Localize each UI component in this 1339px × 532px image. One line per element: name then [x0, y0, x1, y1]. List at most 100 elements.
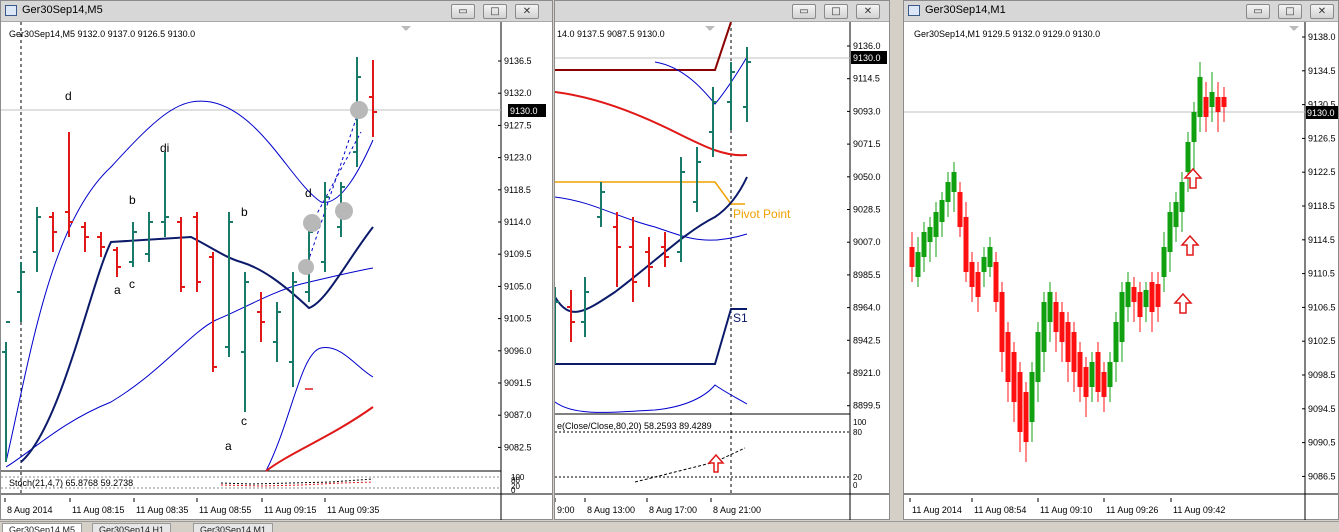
chart-area[interactable]: d di b b d a c a c 9136.5 9132.0 9127.5 912… [1, 22, 552, 520]
candle [1095, 352, 1101, 392]
chart-window-h1[interactable]: ▭ □ ✕ Pivot Point S1 9136.0 9114.5 9093.… [551, 0, 890, 520]
wave-label: b [129, 193, 136, 207]
price-tick-label: 8964.0 [853, 303, 881, 313]
price-chart[interactable]: 9138.09134.59130.59126.59122.59118.59114… [904, 22, 1338, 520]
chart-window-m1[interactable]: Ger30Sep14,M1 ▭ □ ✕ 9138.0 9134.5 9130.5 91… [903, 0, 1339, 520]
candle [1059, 312, 1065, 342]
chart-window-icon [5, 5, 17, 16]
candle [969, 262, 975, 287]
marker-circle [303, 214, 321, 232]
tab-m1[interactable]: Ger30Sep14,M1 [193, 523, 274, 532]
close-button[interactable]: ✕ [856, 4, 880, 19]
time-tick-label: 11 Aug 2014 [912, 505, 962, 515]
current-price: 9130.0 [1307, 108, 1335, 118]
candle [1161, 247, 1167, 277]
candle [1035, 332, 1041, 382]
window-titlebar[interactable]: ▭ □ ✕ [555, 1, 889, 22]
price-tick-label: 9093.0 [853, 106, 881, 116]
price-tick-label: 9114.5 [853, 74, 880, 84]
candle [1209, 92, 1215, 107]
time-tick-label: 11 Aug 08:15 [72, 505, 124, 515]
time-tick-label: 8 Aug 17:00 [649, 505, 697, 515]
chart-window-m5[interactable]: Ger30Sep14,M5 ▭ □ ✕ d di b b d a c a c 9… [0, 0, 553, 520]
price-tick-label: 9136.5 [504, 56, 532, 66]
chart-area[interactable]: Pivot Point S1 9136.0 9114.5 9093.0 9071.5 9… [551, 21, 889, 520]
indicator-tick-label: 0 [853, 481, 858, 490]
candle [1137, 292, 1143, 317]
price-tick-label: 9106.5 [1308, 302, 1336, 312]
price-tick-label: 9123.0 [504, 153, 532, 163]
wave-label: c [129, 277, 135, 291]
candle [957, 192, 963, 227]
wave-label: d [65, 89, 72, 103]
price-tick-label: 9007.0 [853, 237, 881, 247]
price-tick-label: 9136.0 [853, 41, 881, 51]
minimize-button[interactable]: ▭ [451, 4, 475, 19]
price-tick-label: 9050.0 [853, 172, 881, 182]
price-tick-label: 9071.5 [853, 139, 881, 149]
time-tick-label: 11 Aug 08:55 [199, 505, 251, 515]
candle [1011, 352, 1017, 402]
price-tick-label: 9134.5 [1308, 66, 1336, 76]
candle [1185, 142, 1191, 172]
price-tick-label: 9126.5 [1308, 133, 1336, 143]
price-tick-label: 9082.5 [504, 442, 532, 452]
up-arrow-icon [1173, 292, 1193, 314]
time-tick-label: 11 Aug 09:26 [1106, 505, 1158, 515]
candle [1041, 302, 1047, 352]
price-chart[interactable]: Pivot Point S1 9136.0 9114.5 9093.0 9071.5 9… [551, 21, 889, 520]
price-tick-label: 9109.5 [504, 249, 532, 259]
window-titlebar[interactable]: Ger30Sep14,M1 ▭ □ ✕ [904, 1, 1338, 22]
indicator-tick-label: 100 [853, 418, 867, 427]
candle [1047, 292, 1053, 322]
time-tick-label: 11 Aug 08:54 [974, 505, 1026, 515]
maximize-button[interactable]: □ [824, 4, 848, 19]
candle [1191, 112, 1197, 142]
wave-label: a [225, 439, 232, 453]
price-tick-label: 9122.5 [1308, 167, 1336, 177]
minimize-button[interactable]: ▭ [1246, 4, 1270, 19]
wave-label: b [241, 205, 248, 219]
candle [1221, 97, 1227, 107]
marker-circle [298, 259, 314, 275]
wave-label: di [160, 141, 169, 155]
s1-label: S1 [733, 311, 748, 325]
price-chart[interactable]: d di b b d a c a c 9136.5 9132.0 9127.5 912… [1, 22, 552, 520]
candle [1215, 97, 1221, 112]
price-tick-label: 9086.5 [1308, 471, 1336, 481]
indicator-tick-label: 0 [511, 486, 516, 495]
candle [999, 292, 1005, 352]
time-tick-label: 11 Aug 09:42 [1173, 505, 1225, 515]
marker-circle [335, 202, 353, 220]
minimize-button[interactable]: ▭ [792, 4, 816, 19]
price-tick-label: 9028.5 [853, 205, 881, 215]
tab-m5[interactable]: Ger30Sep14,M5 [2, 523, 83, 532]
price-tick-label: 9098.5 [1308, 370, 1336, 380]
candle [945, 182, 951, 202]
candle [909, 247, 915, 267]
candle [975, 272, 981, 297]
chart-info: 14.0 9137.5 9087.5 9130.0 [557, 29, 665, 39]
price-tick-label: 9096.0 [504, 346, 532, 356]
maximize-button[interactable]: □ [1278, 4, 1302, 19]
window-titlebar[interactable]: Ger30Sep14,M5 ▭ □ ✕ [1, 1, 552, 22]
price-tick-label: 8921.0 [853, 368, 881, 378]
chart-area[interactable]: 9138.0 9134.5 9130.5 9126.5 9122.5 9118.5 9114… [904, 22, 1338, 520]
candle [1149, 282, 1155, 312]
close-button[interactable]: ✕ [515, 4, 539, 19]
tab-h1[interactable]: Ger30Sep14,H1 [92, 523, 172, 532]
chart-window-icon [908, 5, 920, 16]
price-tick-label: 9087.0 [504, 410, 532, 420]
maximize-button[interactable]: □ [483, 4, 507, 19]
price-tick-label: 9114.0 [504, 217, 531, 227]
candle [1071, 332, 1077, 372]
candle [939, 200, 945, 222]
wave-label: c [241, 414, 247, 428]
indicator-tick-label: 80 [853, 428, 862, 437]
close-button[interactable]: ✕ [1310, 4, 1334, 19]
price-tick-label: 9094.5 [1308, 404, 1336, 414]
price-tick-label: 9138.0 [1308, 32, 1336, 42]
current-price: 9130.0 [853, 53, 881, 63]
candle [1089, 362, 1095, 387]
wave-label: d [305, 186, 312, 200]
